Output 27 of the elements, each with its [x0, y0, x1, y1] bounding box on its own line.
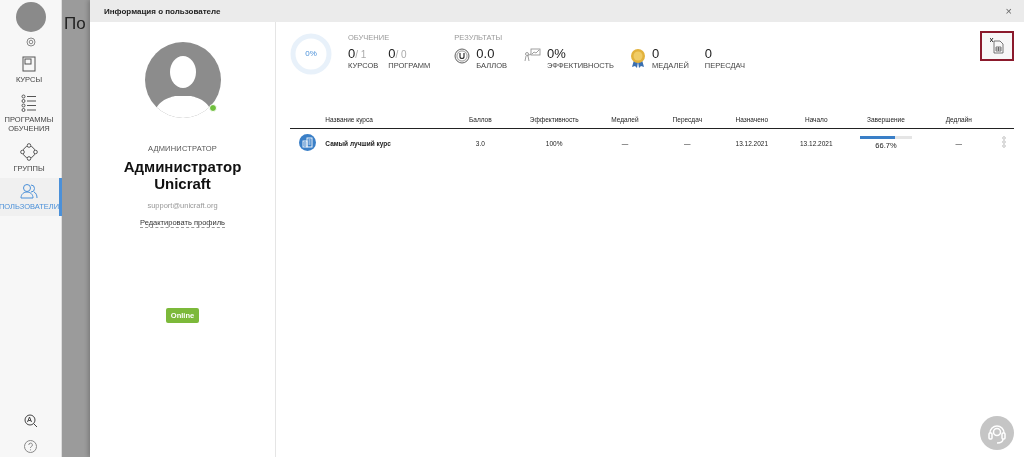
- presentation-icon: [522, 48, 541, 62]
- progress-reading: 0%: [305, 50, 317, 58]
- export-button[interactable]: [980, 31, 1014, 61]
- u-badge-icon: [454, 48, 471, 64]
- stat-value: 0/ 0: [388, 47, 408, 62]
- stat-value: 0%: [546, 47, 567, 62]
- checklist-icon: [21, 94, 37, 112]
- stat-value: 0: [704, 47, 714, 62]
- group-cycle-icon: [20, 143, 38, 161]
- settings-icon[interactable]: [25, 37, 36, 47]
- headset-icon: [987, 422, 1007, 444]
- page-heading: По: [64, 14, 86, 34]
- close-button[interactable]: ×: [1005, 5, 1012, 17]
- user-name: Администратор Unicraft: [122, 158, 243, 193]
- avatar-circle[interactable]: [15, 2, 46, 32]
- stat-value: 0/ 1: [348, 47, 368, 62]
- text-search-icon[interactable]: [23, 414, 38, 428]
- course-icon: [299, 134, 317, 151]
- medal-icon: [630, 48, 647, 68]
- help-icon[interactable]: [24, 440, 37, 453]
- spreadsheet-icon: [990, 38, 1004, 54]
- stat-value: 0: [652, 47, 661, 61]
- stat-value: 0.0: [476, 47, 496, 62]
- users-icon: [20, 183, 38, 199]
- modal-title: Информация о пользователе: [104, 6, 221, 16]
- book-icon: [22, 56, 36, 72]
- support-button[interactable]: [980, 416, 1014, 450]
